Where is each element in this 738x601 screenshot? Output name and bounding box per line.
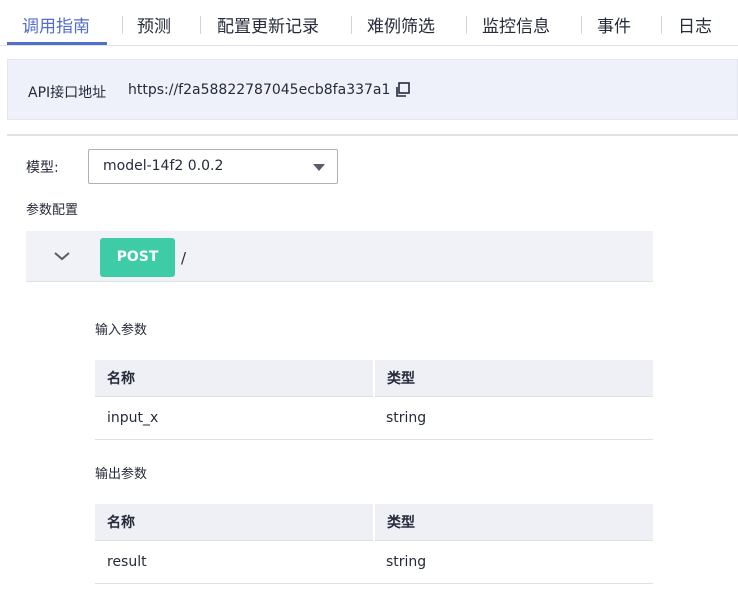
tab-monitoring[interactable]: 监控信息 [482, 12, 550, 40]
table-header-row: 名称 类型 [95, 360, 653, 396]
column-header-name: 名称 [95, 360, 375, 396]
output-params-table: 名称 类型 result string [95, 504, 653, 584]
endpoint-path: / [181, 249, 187, 267]
tab-divider [661, 16, 662, 34]
param-type-cell: string [374, 539, 653, 584]
table-row: result string [95, 539, 653, 584]
chevron-down-icon[interactable] [53, 247, 71, 265]
tab-call-guide[interactable]: 调用指南 [22, 12, 90, 40]
column-header-type: 类型 [374, 504, 653, 540]
tab-divider [466, 16, 467, 34]
tab-predict[interactable]: 预测 [137, 12, 171, 40]
active-tab-indicator [7, 42, 107, 45]
tab-events[interactable]: 事件 [597, 12, 631, 40]
tab-divider [122, 16, 123, 34]
tab-config-history[interactable]: 配置更新记录 [217, 12, 319, 40]
param-config-title: 参数配置 [26, 203, 79, 218]
input-params-table: 名称 类型 input_x string [95, 360, 653, 440]
column-header-type: 类型 [374, 360, 653, 396]
model-label: 模型: [26, 160, 59, 176]
tab-divider [200, 16, 201, 34]
param-type-cell: string [374, 395, 653, 440]
api-address-panel: API接口地址 https://f2a58822787045ecb8fa337a… [7, 59, 738, 120]
model-select[interactable]: model-14f2 0.0.2 [88, 149, 338, 184]
column-header-name: 名称 [95, 504, 375, 540]
model-select-value: model-14f2 0.0.2 [103, 158, 224, 174]
output-params-title: 输出参数 [95, 467, 148, 482]
api-address-label: API接口地址 [28, 85, 107, 101]
table-row: input_x string [95, 395, 653, 440]
copy-icon[interactable] [394, 81, 412, 99]
param-name-cell: result [95, 539, 374, 584]
tab-divider [581, 16, 582, 34]
tab-hard-example-filter[interactable]: 难例筛选 [367, 12, 435, 40]
tab-bar: 调用指南 预测 配置更新记录 难例筛选 监控信息 事件 日志 [0, 0, 738, 46]
input-params-title: 输入参数 [95, 323, 148, 338]
param-name-cell: input_x [95, 395, 374, 440]
table-header-row: 名称 类型 [95, 504, 653, 540]
endpoint-row[interactable]: POST / [26, 231, 653, 282]
http-method-badge: POST [100, 238, 175, 277]
api-address-url: https://f2a58822787045ecb8fa337a1 [128, 82, 391, 98]
tab-divider [351, 16, 352, 34]
section-divider [7, 134, 738, 136]
caret-down-icon [313, 164, 325, 171]
tab-logs[interactable]: 日志 [678, 12, 712, 40]
